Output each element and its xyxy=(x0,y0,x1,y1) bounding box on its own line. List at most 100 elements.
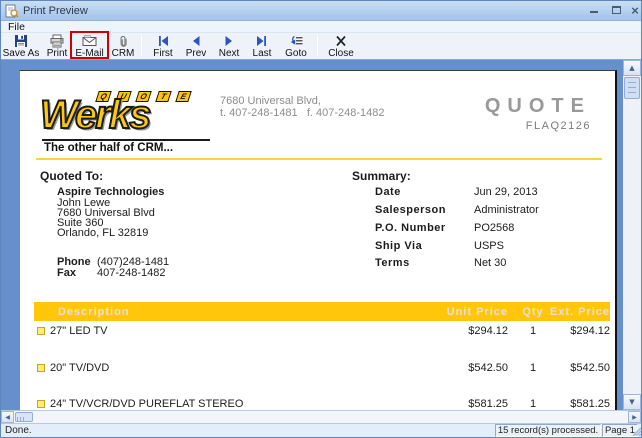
window-title: Print Preview xyxy=(23,5,88,17)
first-label: First xyxy=(153,48,172,59)
down-arrow-icon: ▼ xyxy=(629,398,634,406)
header-qty: Qty xyxy=(521,306,545,318)
item-ext-price: $581.25 xyxy=(545,398,610,410)
item-description: 27" LED TV xyxy=(50,325,108,337)
company-address-line1: 7680 Universal Blvd, xyxy=(220,95,321,107)
minimize-button[interactable] xyxy=(586,4,602,17)
logo-underline xyxy=(42,139,210,141)
close-label: Close xyxy=(328,48,354,59)
item-unit-price: $581.25 xyxy=(408,398,508,410)
item-unit-price: $294.12 xyxy=(408,325,508,337)
item-qty: 1 xyxy=(521,362,545,374)
close-window-button[interactable]: × xyxy=(627,4,642,17)
item-ext-price: $542.50 xyxy=(545,362,610,374)
last-label: Last xyxy=(253,48,272,59)
prev-icon xyxy=(189,34,203,48)
first-icon xyxy=(156,34,170,48)
logo-letter: T xyxy=(155,91,172,102)
print-label: Print xyxy=(47,48,68,59)
next-button[interactable]: Next xyxy=(213,34,245,59)
last-button[interactable]: Last xyxy=(247,34,277,59)
prev-label: Prev xyxy=(186,48,207,59)
header-unit-price: Unit Price xyxy=(408,306,508,318)
email-highlight-box xyxy=(70,31,109,59)
summary-label: P.O. Number xyxy=(375,222,446,234)
table-row: 20" TV/DVD $542.50 1 $542.50 xyxy=(34,362,610,376)
summary-label: Terms xyxy=(375,257,410,269)
item-description: 20" TV/DVD xyxy=(50,362,109,374)
document-type: QUOTE xyxy=(485,95,591,118)
horizontal-scrollbar[interactable]: ◀ ▶ xyxy=(1,410,642,423)
item-qty: 1 xyxy=(521,325,545,337)
gold-divider-line xyxy=(36,158,602,160)
table-header: Description Unit Price Qty Ext. Price xyxy=(34,302,610,321)
next-icon xyxy=(222,34,236,48)
line-item-icon xyxy=(37,400,45,408)
menu-file[interactable]: File xyxy=(8,21,25,33)
company-address-line2: t. 407-248-1481 f. 407-248-1482 xyxy=(220,107,385,119)
scroll-right-button[interactable]: ▶ xyxy=(628,411,641,423)
scroll-left-button[interactable]: ◀ xyxy=(1,411,14,423)
records-panel: 15 record(s) processed. xyxy=(495,424,601,437)
fax-label: Fax xyxy=(57,267,76,279)
save-as-button[interactable]: Save As xyxy=(2,34,40,59)
right-arrow-icon: ▶ xyxy=(632,414,637,421)
save-icon xyxy=(14,34,28,48)
summary-value: Administrator xyxy=(474,204,539,216)
last-icon xyxy=(255,34,269,48)
status-message: Done. xyxy=(5,425,32,436)
summary-heading: Summary: xyxy=(352,169,411,183)
status-bar: Done. 15 record(s) processed. Page 1 of … xyxy=(1,423,641,437)
summary-value: Net 30 xyxy=(474,257,506,269)
summary-label: Ship Via xyxy=(375,240,422,252)
horizontal-scroll-thumb[interactable] xyxy=(15,412,33,422)
document-page: Q U O T E Werks The other half of CRM...… xyxy=(19,70,617,410)
summary-value: Jun 29, 2013 xyxy=(474,186,538,198)
save-as-label: Save As xyxy=(3,48,40,59)
goto-label: Goto xyxy=(285,48,307,59)
vertical-scrollbar[interactable]: ▲ ▼ xyxy=(623,60,641,410)
item-ext-price: $294.12 xyxy=(545,325,610,337)
scroll-down-button[interactable]: ▼ xyxy=(623,394,641,410)
header-description: Description xyxy=(58,306,130,318)
vertical-scroll-thumb[interactable] xyxy=(624,77,640,99)
toolbar-separator xyxy=(317,35,318,56)
header-ext-price: Ext. Price xyxy=(545,306,610,318)
table-row: 27" LED TV $294.12 1 $294.12 xyxy=(34,325,610,339)
left-arrow-icon: ◀ xyxy=(5,414,10,421)
document-number: FLAQ2126 xyxy=(526,120,591,132)
table-row: 24" TV/VCR/DVD PUREFLAT STEREO $581.25 1… xyxy=(34,398,610,410)
item-qty: 1 xyxy=(521,398,545,410)
crm-button[interactable]: CRM xyxy=(109,34,137,59)
print-preview-window: Print Preview × File Save As xyxy=(0,0,642,438)
close-button[interactable]: Close xyxy=(323,34,359,59)
close-icon xyxy=(334,34,348,48)
logo-tagline: The other half of CRM... xyxy=(44,142,173,154)
print-preview-icon xyxy=(5,4,19,21)
summary-value: USPS xyxy=(474,240,504,252)
customer-address3: Orlando, FL 32819 xyxy=(57,227,148,239)
logo-letter: E xyxy=(175,91,192,102)
printer-icon xyxy=(50,34,64,48)
line-item-icon xyxy=(37,364,45,372)
goto-icon xyxy=(289,34,304,48)
crm-label: CRM xyxy=(112,48,135,59)
print-button[interactable]: Print xyxy=(41,34,73,59)
up-arrow-icon: ▲ xyxy=(629,64,634,72)
maximize-button[interactable] xyxy=(608,4,624,17)
prev-button[interactable]: Prev xyxy=(180,34,212,59)
summary-label: Salesperson xyxy=(375,204,446,216)
fax-value: 407-248-1482 xyxy=(97,267,166,279)
first-button[interactable]: First xyxy=(147,34,179,59)
scroll-up-button[interactable]: ▲ xyxy=(623,60,641,76)
summary-label: Date xyxy=(375,186,401,198)
next-label: Next xyxy=(219,48,240,59)
quoted-to-heading: Quoted To: xyxy=(40,169,103,183)
preview-area: Q U O T E Werks The other half of CRM...… xyxy=(1,60,641,410)
toolbar: Save As Print E-Mail xyxy=(1,33,641,60)
resize-grip[interactable] xyxy=(631,426,641,438)
goto-button[interactable]: Goto xyxy=(280,34,312,59)
title-bar: Print Preview × xyxy=(1,1,641,21)
line-item-icon xyxy=(37,327,45,335)
item-unit-price: $542.50 xyxy=(408,362,508,374)
